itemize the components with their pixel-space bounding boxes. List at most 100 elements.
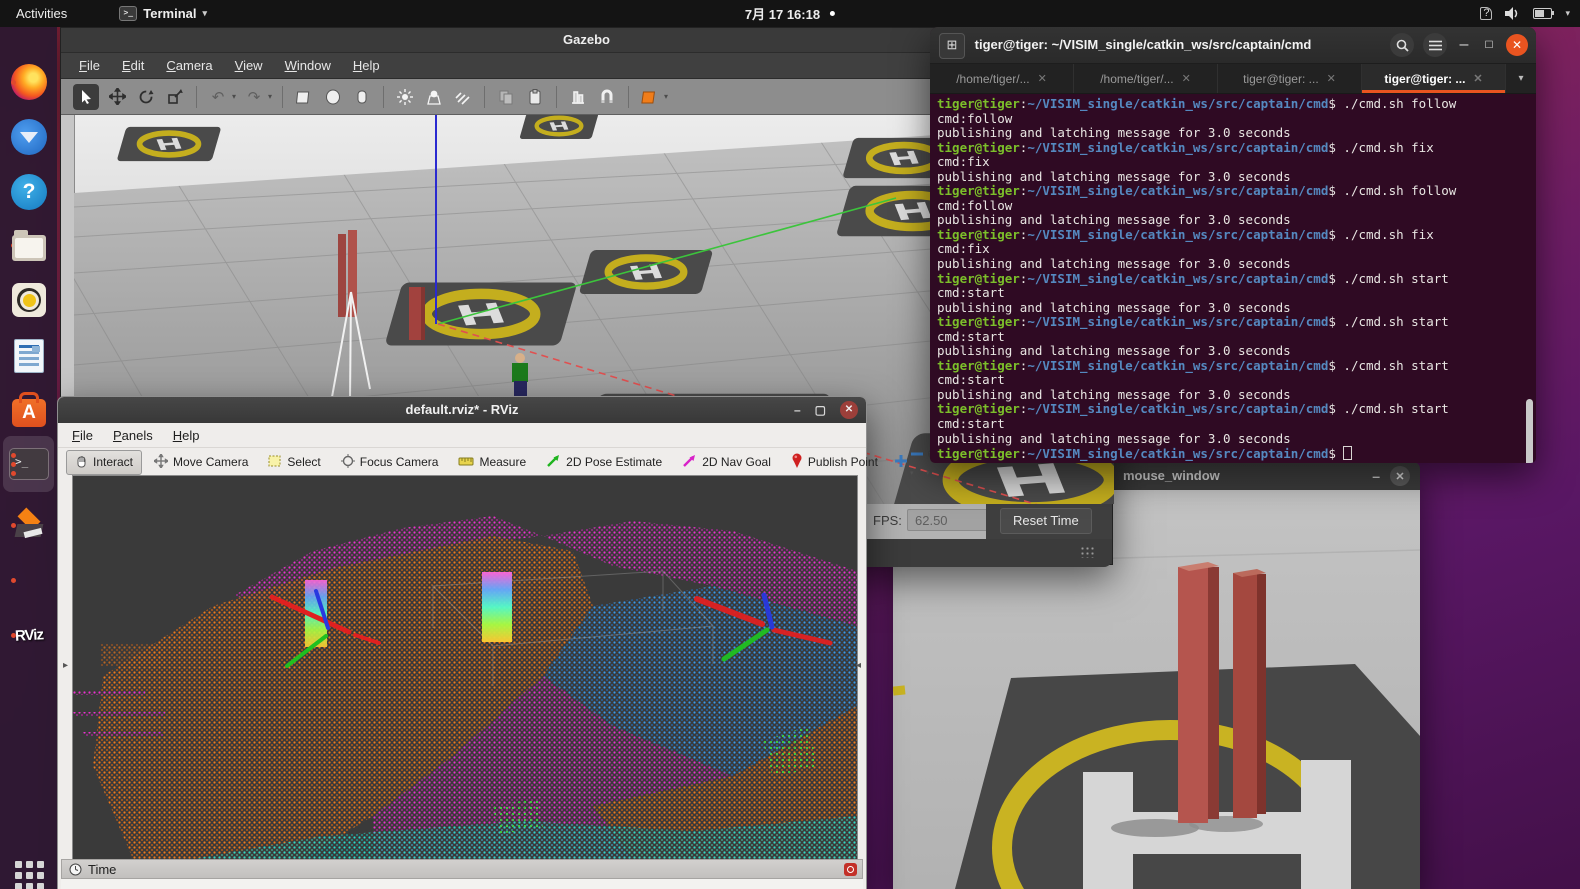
add-display-icon[interactable] [894,454,908,471]
search-icon[interactable] [1390,33,1414,57]
point-light-icon[interactable] [394,86,416,108]
prompt-dollar: $ [1328,271,1343,286]
prompt-dollar: $ [1328,183,1343,198]
tool-2d-pose-estimate[interactable]: 2D Pose Estimate [538,451,670,474]
view-angle-icon[interactable] [639,86,661,108]
minimize-icon[interactable]: – [1372,466,1380,486]
show-applications-button[interactable] [9,855,49,889]
terminal-tab-1[interactable]: /home/tiger/...✕ [930,64,1074,93]
remove-display-icon[interactable]: ▾ [910,447,924,478]
menu-hamburger-icon[interactable] [1423,33,1447,57]
reset-time-button[interactable]: Reset Time [1000,508,1092,534]
tool-label: Measure [479,455,526,469]
rviz-menu-help[interactable]: Help [173,428,200,443]
terminal-window[interactable]: ⊞ tiger@tiger: ~/VISIM_single/catkin_ws/… [930,27,1536,462]
terminal-line: cmd:fix [937,155,1456,170]
panel-expand-left-icon[interactable]: ▸ [60,655,71,677]
tool-2d-nav-goal[interactable]: 2D Nav Goal [674,451,779,474]
rviz-menu-file[interactable]: File [72,428,93,443]
undo-icon[interactable]: ↶ [207,86,229,108]
gazebo-menu-file[interactable]: File [79,58,100,73]
rviz-icon: RViz [15,626,44,644]
terminal-screen[interactable]: tiger@tiger:~/VISIM_single/catkin_ws/src… [930,94,1536,463]
insert-box-icon[interactable] [293,86,315,108]
gazebo-menu-view[interactable]: View [235,58,263,73]
close-tab-icon[interactable]: ✕ [1327,72,1336,85]
clock-button[interactable]: 7月 17 16:18 [745,4,835,23]
snap-magnet-icon[interactable] [596,86,618,108]
resize-grip[interactable] [1080,546,1094,558]
dock-item-firefox[interactable] [9,62,49,102]
time-panel-header[interactable]: Time [61,859,863,879]
close-tab-icon[interactable]: ✕ [1182,72,1191,85]
tool-focus-camera[interactable]: Focus Camera [333,451,447,474]
terminal-tab-4[interactable]: tiger@tiger: ...✕ [1362,64,1506,93]
prompt-dollar: $ [1328,358,1343,373]
close-icon[interactable]: ✕ [840,401,858,419]
dock-item-terminal[interactable]: >_ [9,444,49,484]
close-tab-icon[interactable]: ✕ [1473,72,1482,85]
spot-light-icon[interactable] [423,86,445,108]
close-icon[interactable]: ✕ [1390,466,1410,486]
gazebo-menu-camera[interactable]: Camera [166,58,212,73]
scale-tool-icon[interactable] [164,86,186,108]
clock-label: 7月 17 16:18 [745,4,820,23]
prompt-path: ~/VISIM_single/catkin_ws/src/captain/cmd [1027,140,1328,155]
prompt-dollar: $ [1328,96,1343,111]
prompt-path: ~/VISIM_single/catkin_ws/src/captain/cmd [1027,401,1328,416]
panel-expand-right-icon[interactable]: ◂ [853,655,864,677]
rviz-3d-viewport[interactable] [72,475,858,860]
dock-item-gazebo[interactable] [9,505,49,545]
directional-light-icon[interactable] [452,86,474,108]
dock-item-software[interactable]: A [9,390,49,430]
terminal-tab-2[interactable]: /home/tiger/... ✕ [1074,64,1218,93]
rotate-tool-icon[interactable] [135,86,157,108]
terminal-line: tiger@tiger:~/VISIM_single/catkin_ws/src… [937,228,1456,243]
insert-sphere-icon[interactable] [322,86,344,108]
app-menu[interactable]: >_ Terminal ▾ [119,6,207,21]
paste-icon[interactable] [524,86,546,108]
copy-icon[interactable] [495,86,517,108]
minimize-icon[interactable]: – [794,397,801,423]
system-status-area[interactable]: ? ▾ [1480,7,1570,20]
rviz-titlebar[interactable]: default.rviz* - RViz – ▢ ✕ [58,397,866,423]
redo-icon[interactable]: ↷ [243,86,265,108]
rviz-window[interactable]: default.rviz* - RViz – ▢ ✕ File Panels Hel… [57,396,867,889]
gazebo-menu-edit[interactable]: Edit [122,58,144,73]
terminal-line: cmd:fix [937,242,1456,257]
tab-list-chevron-icon[interactable]: ▾ [1506,64,1536,93]
gazebo-menu-window[interactable]: Window [285,58,331,73]
tool-interact[interactable]: Interact [66,450,142,475]
tool-measure[interactable]: Measure [450,452,534,473]
tab-label: /home/tiger/... [1100,72,1173,86]
scrollbar-thumb[interactable] [1526,399,1533,463]
maximize-icon[interactable]: ▢ [815,397,826,423]
tool-publish-point[interactable]: Publish Point [783,450,886,474]
close-icon[interactable]: ✕ [1506,34,1528,56]
dock-item-help[interactable]: ? [9,172,49,212]
tool-move-camera[interactable]: Move Camera [146,451,256,474]
prompt-path: ~/VISIM_single/catkin_ws/src/captain/cmd [1027,271,1328,286]
dock-item-rviz[interactable]: RViz [9,615,49,655]
terminal-headerbar[interactable]: ⊞ tiger@tiger: ~/VISIM_single/catkin_ws/… [930,27,1536,64]
terminal-line: publishing and latching message for 3.0 … [937,301,1456,316]
minimize-icon[interactable]: – [1456,36,1472,54]
insert-cylinder-icon[interactable] [351,86,373,108]
close-panel-icon[interactable] [844,863,857,876]
tool-select[interactable]: Select [260,451,328,474]
dock-item-writer[interactable] [9,336,49,376]
prompt-dollar: $ [1328,227,1343,242]
activities-button[interactable]: Activities [0,6,83,21]
rviz-menu-panels[interactable]: Panels [113,428,153,443]
maximize-icon[interactable]: ☐ [1481,40,1497,51]
dock-item-unknown[interactable] [9,560,49,600]
select-arrow-tool[interactable] [73,84,99,110]
dock-item-rhythmbox[interactable] [9,280,49,320]
dock-item-files[interactable] [9,225,49,265]
close-tab-icon[interactable]: ✕ [1038,72,1047,85]
align-icon[interactable] [567,86,589,108]
dock-item-thunderbird[interactable] [9,117,49,157]
gazebo-menu-help[interactable]: Help [353,58,380,73]
translate-tool-icon[interactable] [106,86,128,108]
terminal-tab-3[interactable]: tiger@tiger: ...✕ [1218,64,1362,93]
